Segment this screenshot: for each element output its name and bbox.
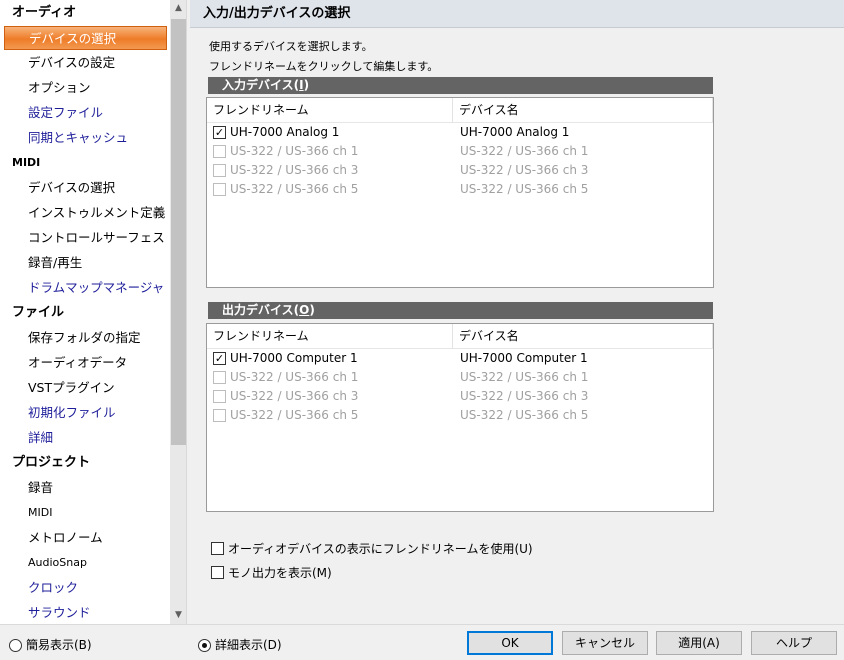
radio-circle[interactable] bbox=[198, 639, 211, 652]
sidebar-item[interactable]: 保存フォルダの指定 bbox=[0, 325, 170, 350]
chevron-up-icon[interactable]: ▲ bbox=[170, 0, 186, 17]
device-selection-panel: 入力/出力デバイスの選択 使用するデバイスを選択します。 フレンドリネームをクリ… bbox=[190, 0, 844, 624]
scrollbar-thumb[interactable] bbox=[171, 19, 186, 445]
device-checkbox[interactable] bbox=[213, 409, 226, 422]
device-checkbox[interactable]: ✓ bbox=[213, 126, 226, 139]
device-checkbox[interactable] bbox=[213, 390, 226, 403]
dialog-footer: 簡易表示(B) 詳細表示(D) OK キャンセル 適用(A) ヘルプ bbox=[0, 624, 844, 660]
friendly-name-cell[interactable]: US-322 / US-366 ch 5 bbox=[230, 406, 358, 425]
sidebar-item[interactable]: 録音 bbox=[0, 475, 170, 500]
sidebar-item[interactable]: ドラムマップマネージャ bbox=[0, 275, 170, 300]
sidebar-category[interactable]: プロジェクト bbox=[0, 450, 170, 475]
input-device-list[interactable]: フレンドリネーム デバイス名 ✓ UH-7000 Analog 1 UH-7000 … bbox=[206, 97, 714, 288]
list-header: フレンドリネーム デバイス名 bbox=[207, 324, 713, 349]
sidebar-category[interactable]: MIDI bbox=[0, 150, 170, 175]
device-row[interactable]: US-322 / US-366 ch 1 US-322 / US-366 ch 1 bbox=[207, 142, 713, 161]
cancel-button[interactable]: キャンセル bbox=[562, 631, 648, 655]
device-checkbox[interactable] bbox=[213, 371, 226, 384]
sidebar-item[interactable]: 録音/再生 bbox=[0, 250, 170, 275]
device-name-cell: US-322 / US-366 ch 1 bbox=[460, 144, 589, 158]
sidebar-item[interactable]: 初期化ファイル bbox=[0, 400, 170, 425]
device-rows: ✓ UH-7000 Computer 1 UH-7000 Computer 1 US-… bbox=[207, 349, 713, 425]
friendly-name-cell[interactable]: UH-7000 Computer 1 bbox=[230, 349, 358, 368]
ok-button[interactable]: OK bbox=[467, 631, 553, 655]
device-name-cell: US-322 / US-366 ch 5 bbox=[460, 182, 589, 196]
tree-scrollbar[interactable]: ▲ ▼ bbox=[170, 0, 186, 624]
settings-tree: オーディオ デバイスの選択 デバイスの設定 オプション 設定ファイル 同期とキャッシュ MI… bbox=[0, 0, 187, 624]
device-row[interactable]: US-322 / US-366 ch 1 US-322 / US-366 ch 1 bbox=[207, 368, 713, 387]
device-name-cell: US-322 / US-366 ch 3 bbox=[460, 163, 589, 177]
page-title: 入力/出力デバイスの選択 bbox=[190, 0, 844, 28]
device-row[interactable]: US-322 / US-366 ch 3 US-322 / US-366 ch 3 bbox=[207, 161, 713, 180]
checkbox-box[interactable] bbox=[211, 566, 224, 579]
friendly-name-cell[interactable]: UH-7000 Analog 1 bbox=[230, 123, 339, 142]
sidebar-category[interactable]: オーディオ bbox=[0, 0, 170, 25]
input-devices-header: 入力デバイス(I) bbox=[208, 77, 713, 94]
sidebar-item[interactable]: MIDI bbox=[0, 500, 170, 525]
sidebar-item[interactable]: デバイスの選択 bbox=[0, 175, 170, 200]
sidebar-item[interactable]: 設定ファイル bbox=[0, 100, 170, 125]
sidebar-item[interactable]: クロック bbox=[0, 575, 170, 600]
output-device-list[interactable]: フレンドリネーム デバイス名 ✓ UH-7000 Computer 1 UH-700… bbox=[206, 323, 714, 512]
device-name-cell: US-322 / US-366 ch 1 bbox=[460, 370, 589, 384]
sidebar-item[interactable]: インストゥルメント定義 bbox=[0, 200, 170, 225]
device-row[interactable]: US-322 / US-366 ch 3 US-322 / US-366 ch 3 bbox=[207, 387, 713, 406]
device-checkbox[interactable]: ✓ bbox=[213, 352, 226, 365]
device-rows: ✓ UH-7000 Analog 1 UH-7000 Analog 1 US-322 … bbox=[207, 123, 713, 199]
device-checkbox[interactable] bbox=[213, 183, 226, 196]
sidebar-item[interactable]: オーディオデータ bbox=[0, 350, 170, 375]
column-header-friendly-name[interactable]: フレンドリネーム bbox=[207, 98, 453, 123]
device-row[interactable]: US-322 / US-366 ch 5 US-322 / US-366 ch 5 bbox=[207, 406, 713, 425]
sidebar-item[interactable]: デバイスの設定 bbox=[0, 50, 170, 75]
friendly-name-cell[interactable]: US-322 / US-366 ch 5 bbox=[230, 180, 358, 199]
device-checkbox[interactable] bbox=[213, 145, 226, 158]
friendly-name-cell[interactable]: US-322 / US-366 ch 3 bbox=[230, 161, 358, 180]
sidebar-item[interactable]: 詳細 bbox=[0, 425, 170, 450]
column-header-device-name[interactable]: デバイス名 bbox=[453, 324, 713, 349]
checkbox-box[interactable] bbox=[211, 542, 224, 555]
settings-tree-list: オーディオ デバイスの選択 デバイスの設定 オプション 設定ファイル 同期とキャッシュ MI… bbox=[0, 0, 170, 624]
apply-button[interactable]: 適用(A) bbox=[656, 631, 742, 655]
output-devices-header: 出力デバイス(O) bbox=[208, 302, 713, 319]
sidebar-item[interactable]: VSTプラグイン bbox=[0, 375, 170, 400]
list-header: フレンドリネーム デバイス名 bbox=[207, 98, 713, 123]
device-name-cell: UH-7000 Analog 1 bbox=[460, 125, 570, 139]
sidebar-item[interactable]: サラウンド bbox=[0, 600, 170, 624]
column-header-friendly-name[interactable]: フレンドリネーム bbox=[207, 324, 453, 349]
help-button[interactable]: ヘルプ bbox=[751, 631, 837, 655]
device-checkbox[interactable] bbox=[213, 164, 226, 177]
friendly-name-cell[interactable]: US-322 / US-366 ch 1 bbox=[230, 142, 358, 161]
device-name-cell: US-322 / US-366 ch 3 bbox=[460, 389, 589, 403]
description-text: 使用するデバイスを選択します。 bbox=[209, 40, 373, 53]
device-name-cell: US-322 / US-366 ch 5 bbox=[460, 408, 589, 422]
device-row[interactable]: ✓ UH-7000 Computer 1 UH-7000 Computer 1 bbox=[207, 349, 713, 368]
device-row[interactable]: ✓ UH-7000 Analog 1 UH-7000 Analog 1 bbox=[207, 123, 713, 142]
sidebar-item[interactable]: メトロノーム bbox=[0, 525, 170, 550]
sidebar-item[interactable]: オプション bbox=[0, 75, 170, 100]
hint-text: フレンドリネームをクリックして編集します。 bbox=[209, 60, 439, 73]
device-name-cell: UH-7000 Computer 1 bbox=[460, 351, 588, 365]
friendly-name-cell[interactable]: US-322 / US-366 ch 1 bbox=[230, 368, 358, 387]
radio-dot bbox=[202, 643, 207, 648]
sidebar-item[interactable]: AudioSnap bbox=[0, 550, 170, 575]
sidebar-category[interactable]: ファイル bbox=[0, 300, 170, 325]
sidebar-item[interactable]: 同期とキャッシュ bbox=[0, 125, 170, 150]
sidebar-item[interactable]: デバイスの選択 bbox=[4, 26, 167, 50]
friendly-name-cell[interactable]: US-322 / US-366 ch 3 bbox=[230, 387, 358, 406]
chevron-down-icon[interactable]: ▼ bbox=[170, 607, 186, 624]
radio-circle[interactable] bbox=[9, 639, 22, 652]
sidebar-item[interactable]: コントロールサーフェス bbox=[0, 225, 170, 250]
device-row[interactable]: US-322 / US-366 ch 5 US-322 / US-366 ch 5 bbox=[207, 180, 713, 199]
column-header-device-name[interactable]: デバイス名 bbox=[453, 98, 713, 123]
